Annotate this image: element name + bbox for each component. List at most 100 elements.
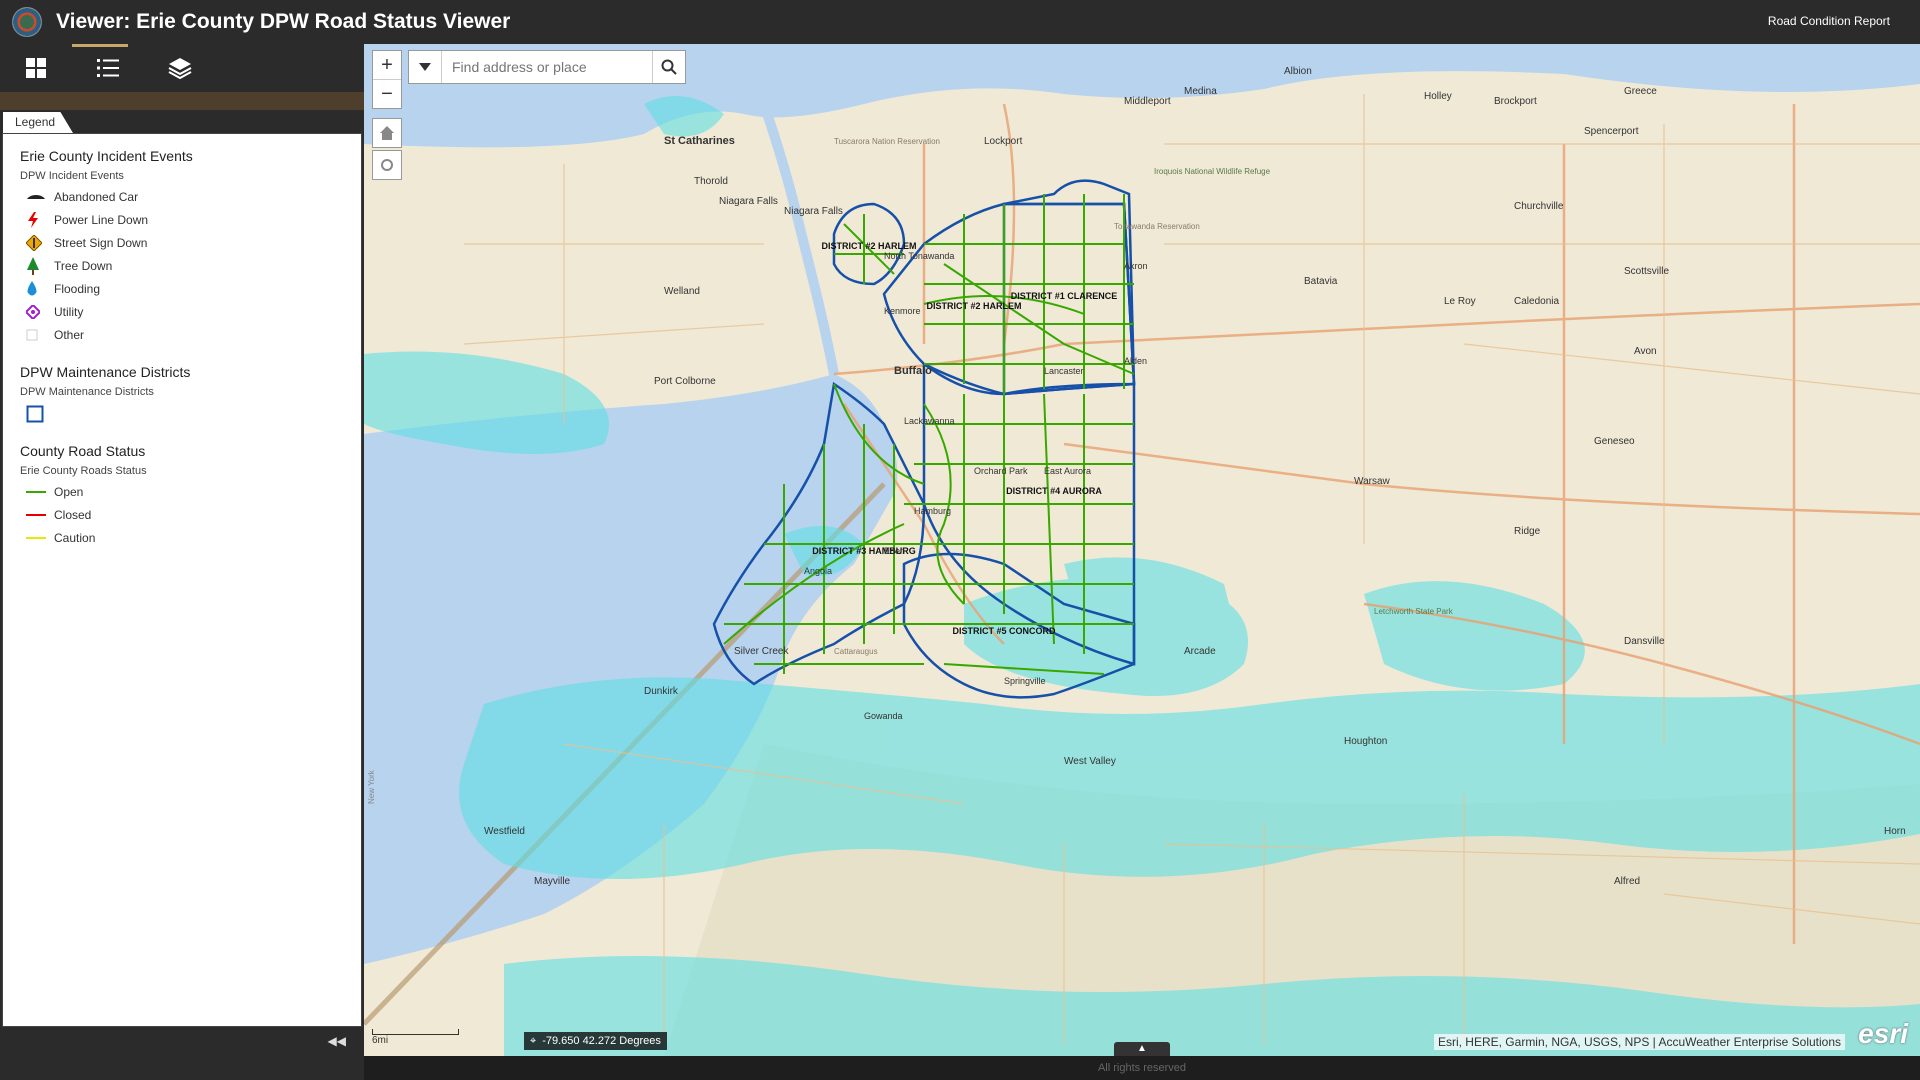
place-label: Churchville <box>1514 201 1564 212</box>
legend-label: Other <box>54 327 85 342</box>
place-label: North Tonawanda <box>884 251 954 261</box>
legend-item: Open <box>20 480 361 503</box>
search-input[interactable] <box>442 51 652 83</box>
locate-button[interactable] <box>372 150 402 180</box>
district-2-label: DISTRICT #2 HARLEM <box>926 301 1021 311</box>
place-label: West Valley <box>1064 756 1116 767</box>
home-button[interactable] <box>372 118 402 148</box>
place-label: Arcade <box>1184 646 1216 657</box>
esri-logo: esri <box>1858 1018 1908 1049</box>
district-box-icon <box>26 405 44 423</box>
scale-bar: 6mi <box>372 1029 459 1046</box>
footer: All rights reserved <box>364 1056 1920 1080</box>
layers-button[interactable] <box>144 44 216 92</box>
place-label: Lackawanna <box>904 416 955 426</box>
coordinate-readout[interactable]: ⌖ -79.650 42.272 Degrees <box>524 1032 667 1050</box>
road-condition-report-link[interactable]: Road Condition Report <box>1768 14 1890 28</box>
coordinate-text: -79.650 42.272 Degrees <box>542 1035 661 1047</box>
place-label: New York <box>367 769 376 804</box>
place-label: Niagara Falls <box>784 206 843 217</box>
road-status-section: County Road Status Erie County Roads Sta… <box>20 443 361 549</box>
place-label: Warsaw <box>1354 476 1391 487</box>
legend-label: Power Line Down <box>54 212 149 227</box>
legend-item: Utility <box>20 300 361 323</box>
place-label: Avon <box>1634 346 1657 357</box>
legend-button[interactable] <box>72 44 144 92</box>
district-2-north-label: DISTRICT #2 HARLEM <box>821 241 916 251</box>
county-logo-icon <box>12 7 42 37</box>
layers-icon <box>168 58 192 79</box>
place-label: Buffalo <box>894 365 932 377</box>
tree-icon <box>27 256 39 275</box>
legend-item: Closed <box>20 503 361 526</box>
search-source-dropdown[interactable] <box>409 51 442 83</box>
zoom-control: + − <box>372 50 402 109</box>
list-icon <box>97 59 119 77</box>
place-label: Geneseo <box>1594 436 1635 447</box>
place-label: Alfred <box>1614 876 1640 887</box>
place-label: Hamburg <box>914 506 951 516</box>
locate-icon <box>381 159 393 171</box>
scale-label: 6mi <box>372 1035 389 1046</box>
legend-item: Flooding <box>20 277 361 300</box>
zoom-in-button[interactable]: + <box>373 51 401 79</box>
place-label: Scottsville <box>1624 266 1669 277</box>
place-label: Alden <box>1124 356 1147 366</box>
place-label: Springville <box>1004 676 1046 686</box>
place-label: Middleport <box>1124 96 1171 107</box>
place-label: Holley <box>1424 91 1452 102</box>
panel-strip <box>0 92 364 110</box>
legend-sub-roads: Erie County Roads Status <box>20 465 147 477</box>
place-label: Lancaster <box>1044 366 1084 376</box>
legend-item: Other <box>20 323 361 346</box>
place-label: Kenmore <box>884 306 921 316</box>
basemap[interactable]: DISTRICT #2 HARLEM DISTRICT #2 HARLEM DI… <box>364 44 1920 1056</box>
place-label: Caledonia <box>1514 296 1559 307</box>
place-label: Houghton <box>1344 736 1387 747</box>
lightning-icon <box>28 211 38 228</box>
expand-tab[interactable]: ▲ <box>1114 1042 1170 1056</box>
legend-title-incidents: Erie County Incident Events <box>20 148 193 164</box>
zoom-out-button[interactable]: − <box>373 79 401 108</box>
place-label: Westfield <box>484 826 525 837</box>
place-label: Dunkirk <box>644 686 679 697</box>
districts-section: DPW Maintenance Districts DPW Maintenanc… <box>20 364 361 427</box>
tab-legend[interactable]: Legend <box>3 112 73 133</box>
legend-item: Power Line Down <box>20 208 361 231</box>
legend-label: Abandoned Car <box>54 189 139 204</box>
place-label: Iroquois National Wildlife Refuge <box>1154 167 1271 176</box>
district-4-label: DISTRICT #4 AURORA <box>1006 486 1102 496</box>
legend-tabbar: Legend <box>0 110 364 133</box>
legend-panel: Erie County Incident Events DPW Incident… <box>2 133 362 1027</box>
legend-item: Abandoned Car <box>20 185 361 208</box>
place-label: Akron <box>1124 261 1148 271</box>
legend-label: Street Sign Down <box>54 235 148 250</box>
page-title: Viewer: Erie County DPW Road Status View… <box>56 10 511 33</box>
caution-line-icon <box>26 536 46 539</box>
place-label: Greece <box>1624 86 1657 97</box>
legend-label: Open <box>54 484 84 499</box>
legend-label: Tree Down <box>54 258 113 273</box>
place-label: Dansville <box>1624 636 1665 647</box>
place-label: St Catharines <box>664 135 735 147</box>
legend-title-roads: County Road Status <box>20 443 146 459</box>
about-button[interactable] <box>0 44 72 92</box>
place-label: Eden <box>884 546 905 556</box>
utility-icon <box>26 304 40 319</box>
place-label: Horn <box>1884 826 1906 837</box>
place-label: Medina <box>1184 86 1217 97</box>
place-label: Tuscarora Nation Reservation <box>834 137 940 146</box>
panel-toolbar <box>0 44 364 92</box>
attribution: Esri, HERE, Garmin, NGA, USGS, NPS | Acc… <box>1433 1034 1845 1050</box>
place-label: Spencerport <box>1584 126 1639 137</box>
place-label: Gowanda <box>864 711 903 721</box>
legend-label: Utility <box>54 304 84 319</box>
legend-sub-incidents: DPW Incident Events <box>20 170 124 182</box>
search-button[interactable] <box>652 51 685 83</box>
place-label: Albion <box>1284 66 1312 77</box>
place-label: Ridge <box>1514 526 1541 537</box>
collapse-panel-icon[interactable]: ◀◀ <box>328 1034 346 1048</box>
map-view[interactable]: DISTRICT #2 HARLEM DISTRICT #2 HARLEM DI… <box>364 44 1920 1056</box>
place-label: Batavia <box>1304 276 1338 287</box>
place-label: Lockport <box>984 136 1023 147</box>
